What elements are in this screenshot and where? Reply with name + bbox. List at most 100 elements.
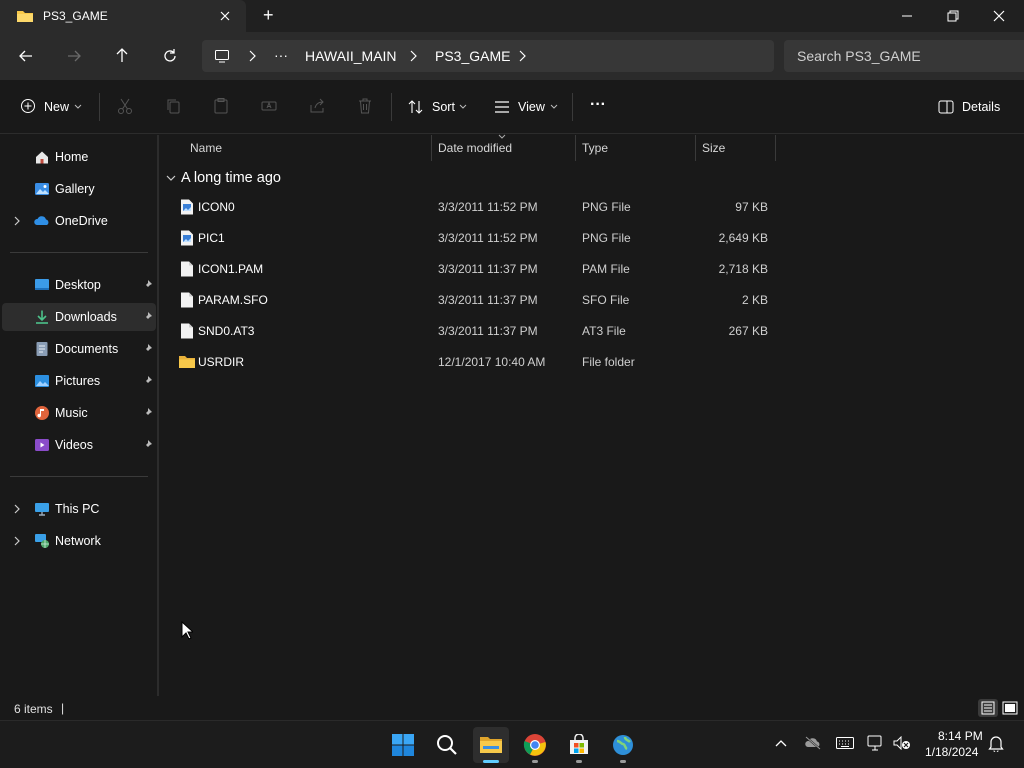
- pane-resizer[interactable]: [157, 135, 159, 696]
- sidebar-item-downloads[interactable]: Downloads: [2, 303, 156, 331]
- file-row[interactable]: ICON0 3/3/2011 11:52 PM PNG File 97 KB: [166, 192, 774, 223]
- column-header-size[interactable]: Size: [702, 141, 725, 155]
- start-button[interactable]: [385, 727, 421, 763]
- sidebar-item-documents[interactable]: Documents: [2, 335, 156, 363]
- file-name: SND0.AT3: [198, 324, 255, 338]
- back-icon[interactable]: [18, 48, 34, 64]
- chevron-right-icon[interactable]: [12, 215, 22, 227]
- close-window-button[interactable]: [976, 0, 1022, 32]
- pin-icon[interactable]: [142, 439, 153, 450]
- start-icon: [392, 734, 414, 756]
- rename-icon[interactable]: [260, 97, 280, 117]
- breadcrumb-hawaii-main[interactable]: HAWAII_MAIN: [305, 48, 397, 64]
- sidebar-item-pictures[interactable]: Pictures: [2, 367, 156, 395]
- divider: [99, 93, 100, 121]
- clock-date[interactable]: 1/18/2024: [925, 745, 978, 759]
- file-row[interactable]: PARAM.SFO 3/3/2011 11:37 PM SFO File 2 K…: [166, 285, 774, 316]
- sidebar-item-label: Gallery: [55, 182, 95, 196]
- chevron-right-icon[interactable]: [408, 50, 418, 62]
- chevron-right-icon[interactable]: [247, 50, 257, 62]
- chevron-down-icon: [550, 104, 558, 110]
- close-tab-icon[interactable]: [218, 9, 232, 23]
- file-row[interactable]: SND0.AT3 3/3/2011 11:37 PM AT3 File 267 …: [166, 316, 774, 347]
- taskbar-maps[interactable]: [605, 727, 641, 763]
- paste-icon[interactable]: [212, 97, 232, 117]
- large-icons-view-icon[interactable]: [1000, 699, 1020, 717]
- more-options-button[interactable]: ···: [590, 96, 606, 114]
- column-header-type[interactable]: Type: [582, 141, 608, 155]
- sort-button[interactable]: Sort: [402, 92, 476, 122]
- taskbar-chrome[interactable]: [517, 727, 553, 763]
- delete-icon[interactable]: [356, 97, 376, 117]
- sidebar-item-label: Pictures: [55, 374, 101, 388]
- cut-icon[interactable]: [116, 97, 136, 117]
- file-row[interactable]: ICON1.PAM 3/3/2011 11:37 PM PAM File 2,7…: [166, 254, 774, 285]
- column-divider[interactable]: [575, 135, 576, 161]
- network-status-icon[interactable]: [867, 735, 885, 751]
- new-button[interactable]: New: [14, 92, 88, 122]
- chevron-right-icon[interactable]: [12, 503, 22, 515]
- sidebar-item-label: Network: [55, 534, 101, 548]
- refresh-icon[interactable]: [162, 48, 178, 64]
- keyboard-icon[interactable]: [836, 737, 854, 749]
- file-name: ICON0: [198, 200, 235, 214]
- column-divider[interactable]: [695, 135, 696, 161]
- minimize-icon: [902, 15, 912, 17]
- search-input[interactable]: Search PS3_GAME: [797, 48, 921, 64]
- view-button[interactable]: View: [488, 92, 562, 122]
- chevron-right-icon[interactable]: [517, 50, 527, 62]
- sidebar-item-home[interactable]: Home: [2, 143, 156, 171]
- file-date: 3/3/2011 11:37 PM: [438, 293, 538, 307]
- share-icon[interactable]: [308, 97, 328, 117]
- pin-icon[interactable]: [142, 407, 153, 418]
- divider: [391, 93, 392, 121]
- column-divider[interactable]: [431, 135, 432, 161]
- sidebar-item-this-pc[interactable]: This PC: [2, 495, 156, 523]
- file-row[interactable]: PIC1 3/3/2011 11:52 PM PNG File 2,649 KB: [166, 223, 774, 254]
- forward-icon[interactable]: [66, 48, 82, 64]
- up-icon[interactable]: [114, 47, 130, 63]
- column-header-date-modified[interactable]: Date modified: [438, 141, 512, 155]
- minimize-button[interactable]: [884, 0, 930, 32]
- file-type: AT3 File: [582, 324, 626, 338]
- downloads-icon: [34, 309, 50, 325]
- pin-icon[interactable]: [142, 343, 153, 354]
- details-view-icon[interactable]: [978, 699, 998, 717]
- tab-title: PS3_GAME: [43, 9, 108, 23]
- details-button[interactable]: Details: [932, 92, 1008, 122]
- column-divider[interactable]: [775, 135, 776, 161]
- pin-icon[interactable]: [142, 279, 153, 290]
- volume-muted-icon[interactable]: [893, 736, 911, 750]
- column-header-name[interactable]: Name: [190, 141, 222, 155]
- file-row[interactable]: USRDIR 12/1/2017 10:40 AM File folder: [166, 347, 774, 378]
- breadcrumb-overflow[interactable]: ···: [274, 47, 288, 63]
- copy-icon[interactable]: [164, 97, 184, 117]
- this-pc-address-icon[interactable]: [214, 48, 230, 64]
- breadcrumb-ps3-game[interactable]: PS3_GAME: [435, 48, 510, 64]
- divider: [572, 93, 573, 121]
- pin-icon[interactable]: [142, 375, 153, 386]
- clock-time[interactable]: 8:14 PM: [938, 729, 983, 743]
- onedrive-offline-icon[interactable]: [804, 736, 822, 750]
- maximize-button[interactable]: [930, 0, 976, 32]
- taskbar-file-explorer[interactable]: [473, 727, 509, 763]
- taskbar-search-button[interactable]: [429, 727, 465, 763]
- sidebar-item-gallery[interactable]: Gallery: [2, 175, 156, 203]
- sidebar-item-onedrive[interactable]: OneDrive: [2, 207, 156, 235]
- show-hidden-icons-chevron-up-icon[interactable]: [774, 738, 788, 748]
- divider: [10, 476, 148, 477]
- sidebar-item-network[interactable]: Network: [2, 527, 156, 555]
- notifications-bell-icon[interactable]: [988, 735, 1004, 752]
- chevron-down-icon[interactable]: [166, 175, 176, 182]
- group-header[interactable]: A long time ago: [166, 168, 466, 190]
- sidebar-item-label: Music: [55, 406, 88, 420]
- chevron-right-icon[interactable]: [12, 535, 22, 547]
- sidebar-item-videos[interactable]: Videos: [2, 431, 156, 459]
- taskbar-store[interactable]: [561, 727, 597, 763]
- sidebar-item-desktop[interactable]: Desktop: [2, 271, 156, 299]
- file-type: SFO File: [582, 293, 630, 307]
- new-tab-button[interactable]: +: [263, 5, 274, 26]
- sidebar-item-music[interactable]: Music: [2, 399, 156, 427]
- tab-ps3-game[interactable]: PS3_GAME: [0, 0, 246, 32]
- pin-icon[interactable]: [142, 311, 153, 322]
